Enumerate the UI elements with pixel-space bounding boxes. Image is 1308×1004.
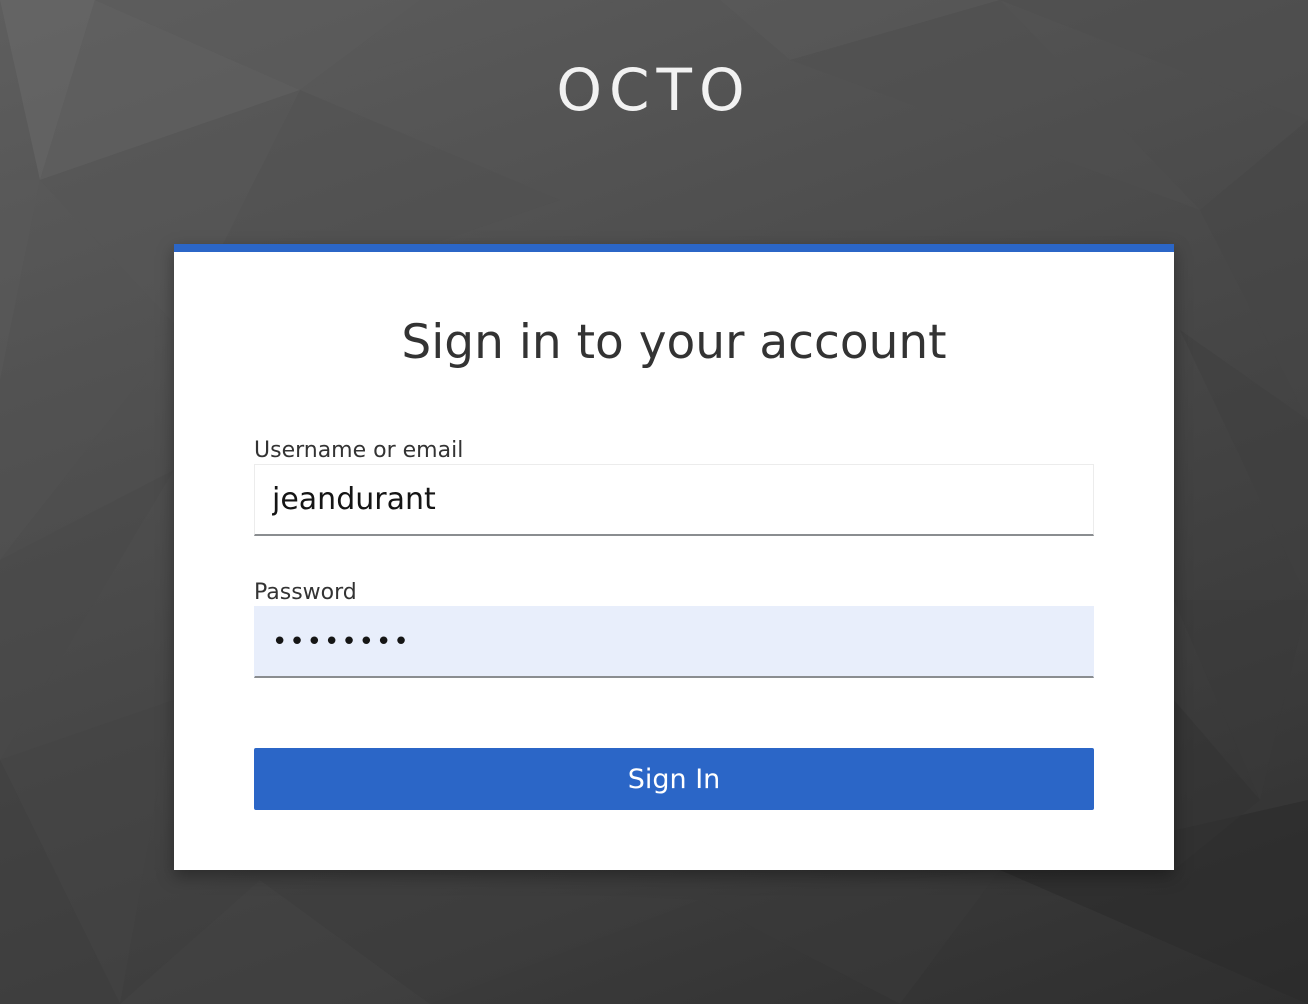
sign-in-button[interactable]: Sign In [254,748,1094,810]
page-title: Sign in to your account [401,315,947,370]
password-field[interactable] [254,606,1094,678]
username-field[interactable] [254,464,1094,536]
brand-logo: OCTO [556,56,752,124]
password-label: Password [254,580,357,605]
username-label: Username or email [254,438,464,463]
login-card: Sign in to your account Username or emai… [174,244,1174,870]
